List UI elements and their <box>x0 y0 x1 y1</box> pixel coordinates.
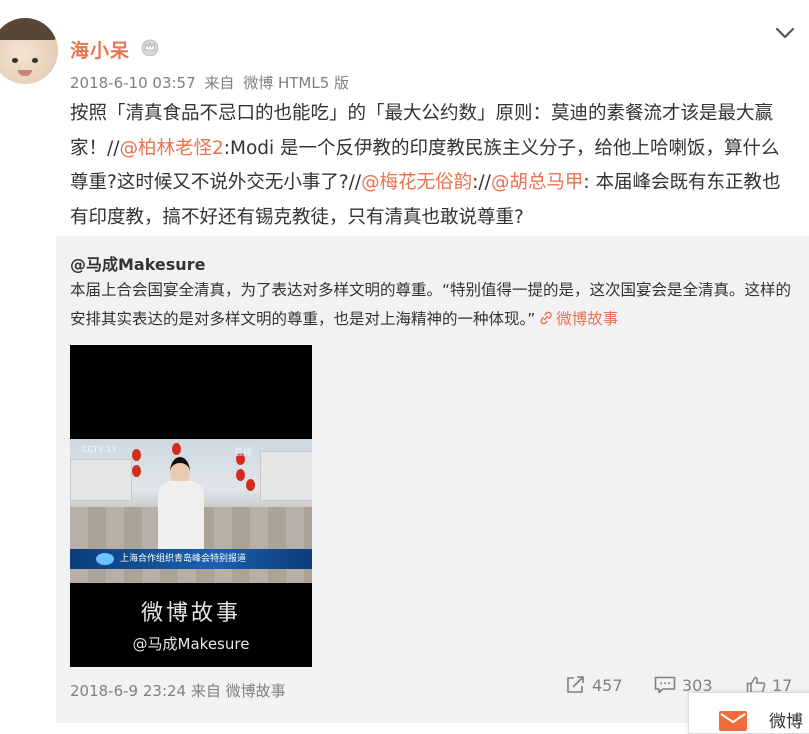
mention-link[interactable]: @梅花无俗韵 <box>361 172 472 193</box>
video-player[interactable]: CCTV 13 直播 上海合作组织青岛峰会特别报道 微博故事 @马成Makesu… <box>70 345 312 667</box>
avatar-eye <box>32 58 38 63</box>
repost-via[interactable]: 微博故事 <box>226 682 286 700</box>
comment-icon <box>654 676 676 694</box>
avatar-eye <box>12 58 18 63</box>
post-timestamp[interactable]: 2018-6-10 03:57 <box>70 74 196 92</box>
mention-link[interactable]: @柏林老怪2 <box>119 138 223 159</box>
repost-author[interactable]: @马成Makesure <box>70 251 205 275</box>
message-panel-label: 微博 <box>769 712 803 732</box>
news-ticker: 上海合作组织青岛峰会特别报道 <box>70 549 312 569</box>
mention-link[interactable]: @胡总马甲 <box>491 172 584 193</box>
message-panel[interactable]: 微博 <box>688 692 809 734</box>
video-watermark: 微博故事 <box>140 601 241 626</box>
avatar-mouth <box>18 70 32 76</box>
avatar[interactable] <box>0 18 58 84</box>
repost-text-body: 本届上合会国宴全清真，为了表达对多样文明的尊重。“特别值得一提的是，这次国宴会是… <box>70 281 792 328</box>
video-lantern <box>246 479 255 491</box>
mail-icon <box>719 711 747 731</box>
video-building <box>260 451 312 501</box>
crown-icon[interactable] <box>140 38 160 56</box>
video-lantern <box>236 469 245 481</box>
author-name[interactable]: 海小呆 <box>70 36 130 63</box>
post-text: 按照「清真食品不忌口的也能吃」的「最大公约数」原则：莫迪的素餐流才该是最大赢家！… <box>70 97 790 235</box>
live-badge: 直播 <box>234 448 253 458</box>
ticker-logo-icon <box>96 553 114 565</box>
repost-button[interactable]: 457 <box>566 676 623 695</box>
reporter-body <box>158 481 204 557</box>
repost-via-prefix: 来自 <box>190 682 221 700</box>
video-reporter <box>158 457 204 557</box>
video-lantern <box>132 449 141 461</box>
repost-meta: 2018-6-9 23:24 来自 微博故事 <box>70 680 286 701</box>
video-lantern <box>172 443 181 455</box>
post-via-prefix: 来自 <box>204 74 235 92</box>
share-icon <box>567 676 584 693</box>
ticker-text: 上海合作组织青岛峰会特别报道 <box>120 554 247 564</box>
video-watermark-handle: @马成Makesure <box>132 635 250 653</box>
repost-card: @马成Makesure 本届上合会国宴全清真，为了表达对多样文明的尊重。“特别值… <box>56 236 809 723</box>
video-lantern <box>132 465 141 477</box>
post-meta: 2018-6-10 03:57 来自 微博 HTML5 版 <box>70 72 353 93</box>
post-text-segment: :// <box>472 172 491 193</box>
repost-text: 本届上合会国宴全清真，为了表达对多样文明的尊重。“特别值得一提的是，这次国宴会是… <box>70 276 795 334</box>
repost-count: 457 <box>592 676 623 695</box>
repost-timestamp[interactable]: 2018-6-9 23:24 <box>70 682 186 700</box>
chevron-down-icon[interactable] <box>775 26 795 40</box>
video-frame: CCTV 13 直播 上海合作组织青岛峰会特别报道 <box>70 439 312 583</box>
channel-logo: CCTV 13 <box>82 445 117 454</box>
link-icon <box>540 311 553 325</box>
post-via[interactable]: 微博 HTML5 版 <box>243 74 349 92</box>
story-link[interactable]: 微博故事 <box>535 310 618 328</box>
story-link-label: 微博故事 <box>556 310 619 328</box>
video-building <box>70 459 132 501</box>
avatar-hair <box>0 18 58 40</box>
